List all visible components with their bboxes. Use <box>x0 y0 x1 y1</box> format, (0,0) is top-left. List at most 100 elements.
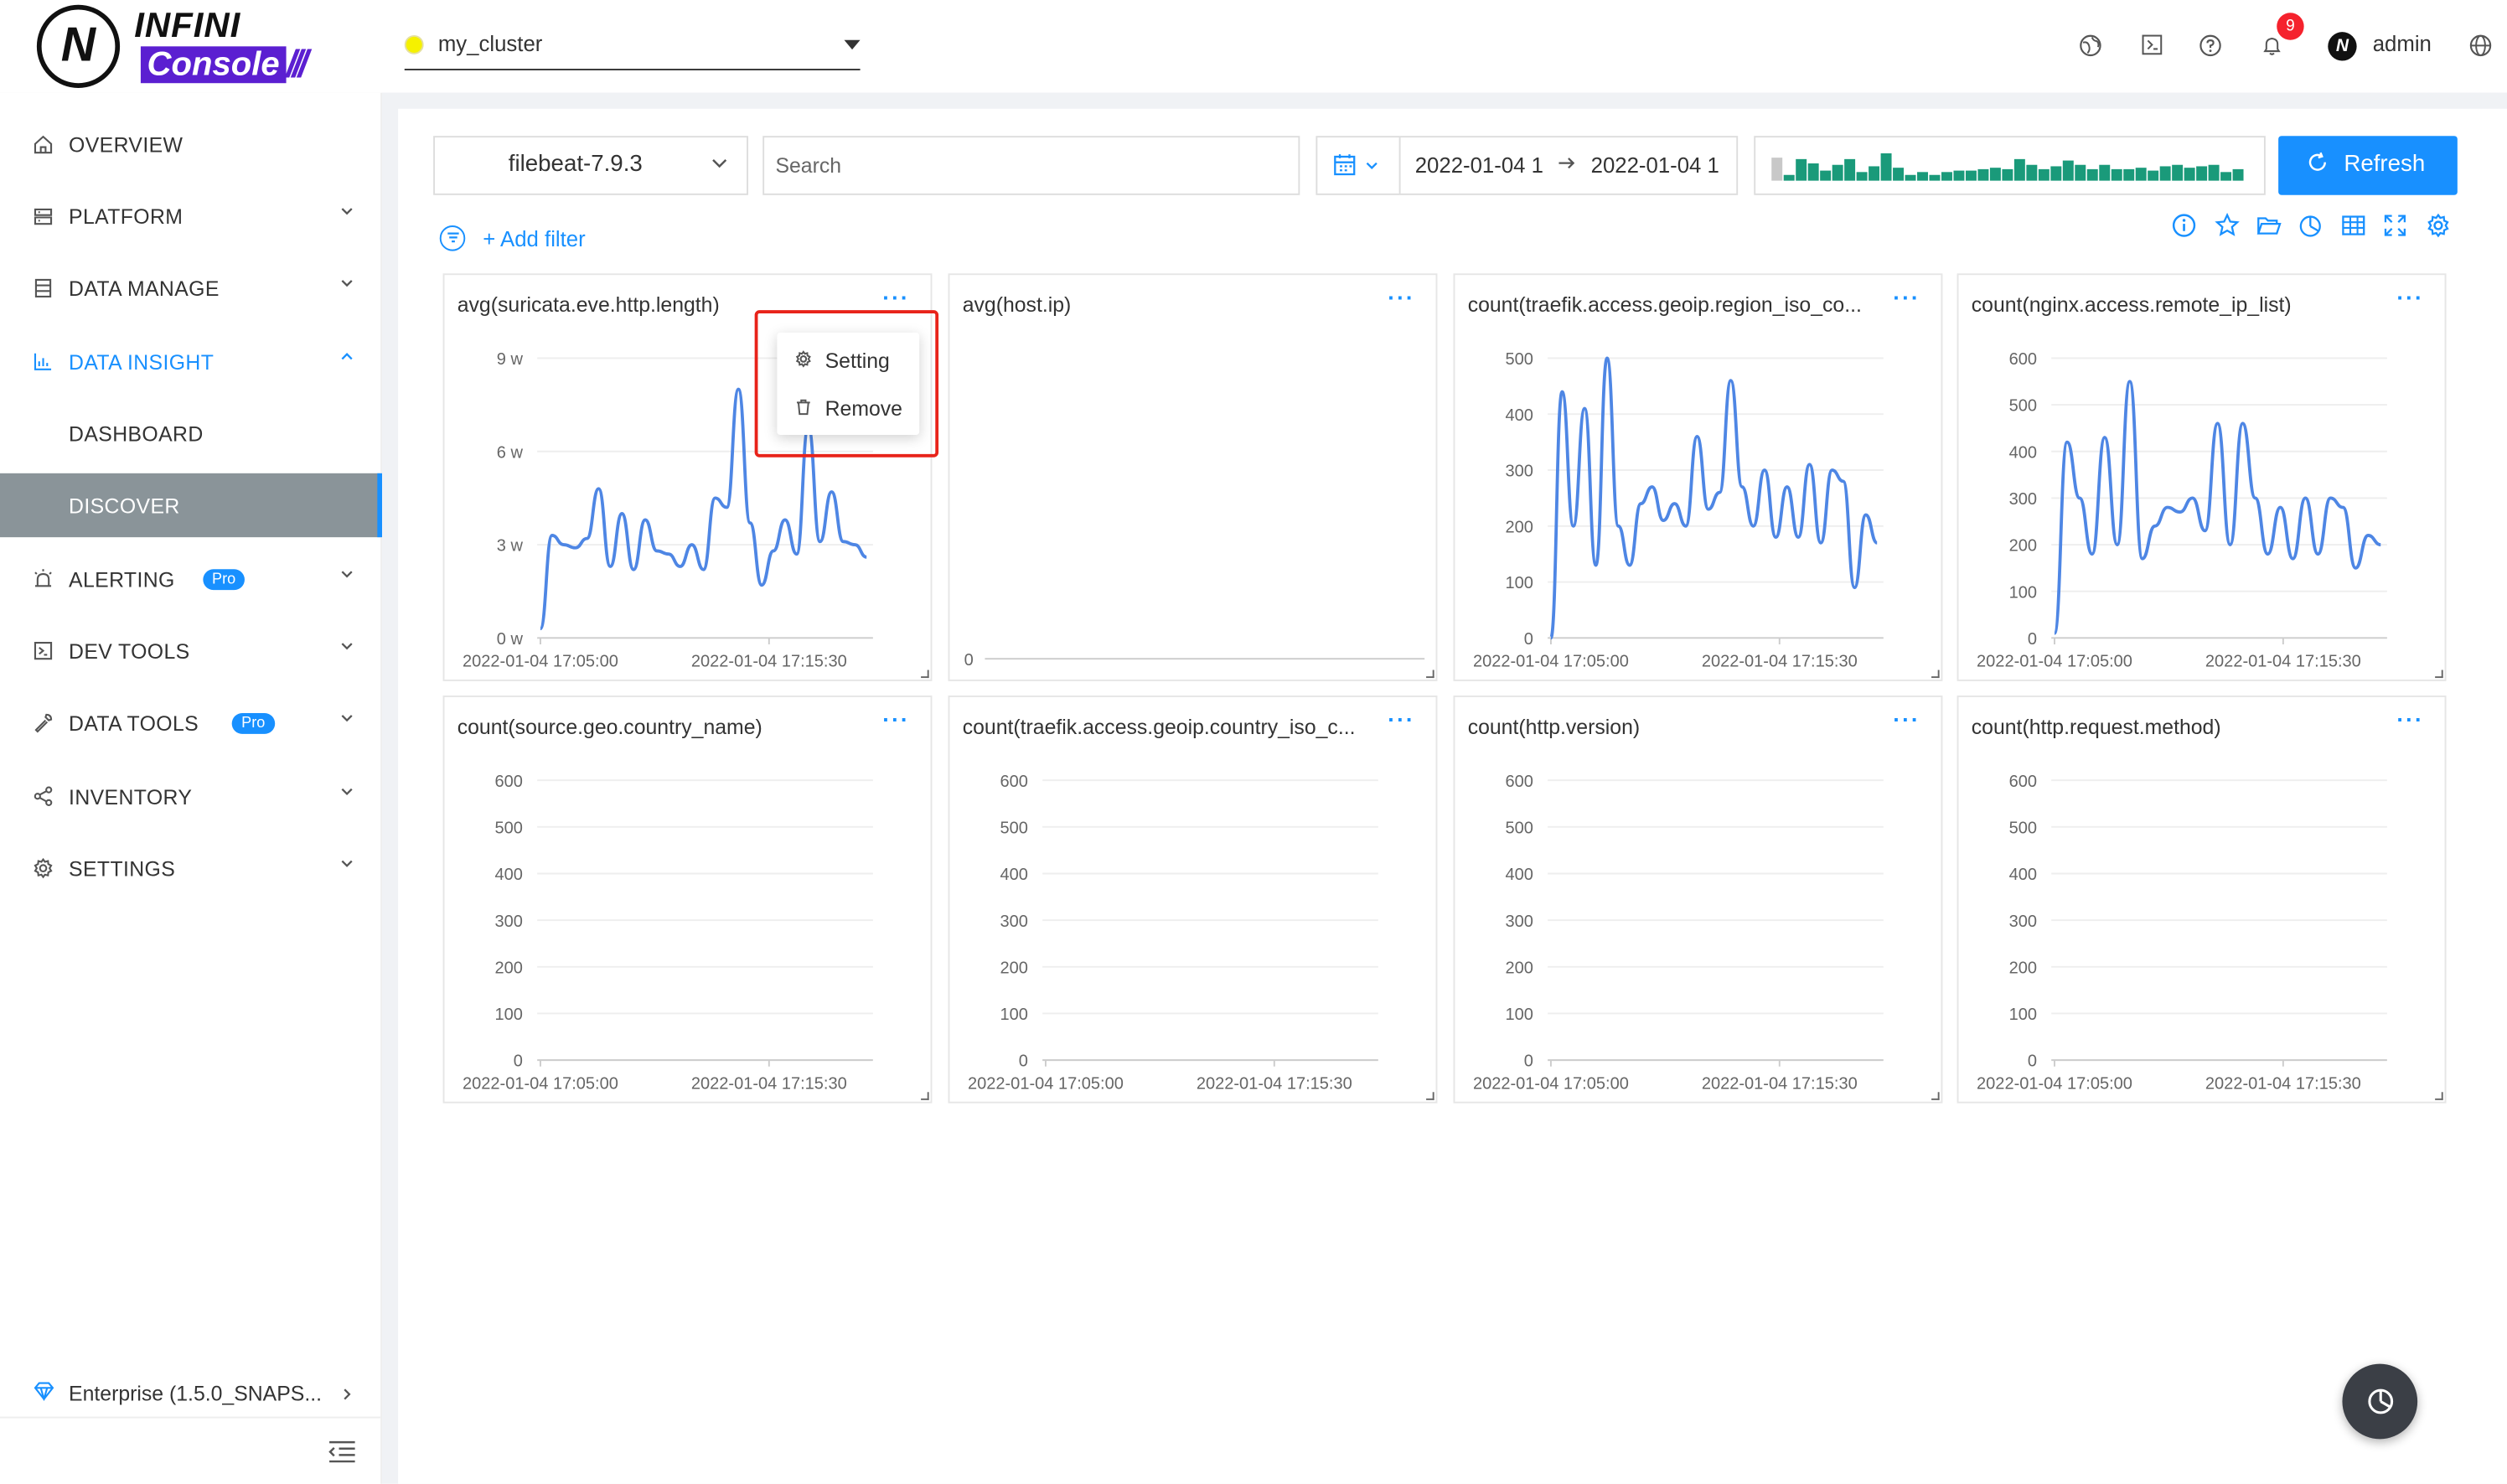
sidebar-item-inventory[interactable]: INVENTORY <box>0 764 380 828</box>
resize-handle[interactable] <box>921 670 929 679</box>
resize-handle[interactable] <box>1426 670 1434 679</box>
visualization-widget[interactable]: avg(host.ip) ··· 0 <box>948 273 1438 681</box>
fullscreen-icon[interactable] <box>2382 213 2408 239</box>
index-pattern-select[interactable]: filebeat-7.9.3 <box>433 136 749 195</box>
calendar-quick-select[interactable] <box>1317 137 1401 194</box>
y-tick-label: 600 <box>2009 773 2037 791</box>
sidebar-item-data-insight[interactable]: DATA INSIGHT <box>0 329 380 393</box>
histogram-bar <box>1953 170 1965 181</box>
time-range-picker[interactable]: 2022-01-04 1 2022-01-04 1 <box>1316 136 1739 195</box>
resize-handle[interactable] <box>1931 670 1940 679</box>
y-tick-label: 200 <box>2009 959 2037 977</box>
pie-chart-icon[interactable] <box>2298 213 2323 239</box>
x-tick-label: 2022-01-04 17:15:30 <box>691 653 847 671</box>
widget-chart: 600 500 400 300 200 100 0 2022-01-04 17:05:00 20… <box>1977 350 2387 671</box>
resize-handle[interactable] <box>2435 670 2443 679</box>
avatar[interactable]: N <box>2328 32 2357 61</box>
y-tick-label: 0 w <box>497 630 524 649</box>
user-name[interactable]: admin <box>2373 32 2432 56</box>
histogram-bar <box>1941 172 1952 181</box>
add-filter-link[interactable]: + Add filter <box>483 227 585 251</box>
filter-menu-icon[interactable] <box>439 225 466 251</box>
sidebar-item-overview[interactable]: OVERVIEW <box>0 112 380 176</box>
home-icon <box>32 132 54 155</box>
y-tick-label: 600 <box>495 773 523 791</box>
sidebar-item-alerting[interactable]: ALERTING Pro <box>0 547 380 611</box>
y-tick-label: 600 <box>1506 773 1533 791</box>
y-tick-label: 500 <box>2009 819 2037 837</box>
logo-slashes: /// <box>286 43 309 87</box>
cluster-selector[interactable]: my_cluster <box>404 24 861 70</box>
y-tick-label: 0 <box>2028 630 2037 649</box>
database-icon <box>32 277 54 299</box>
visualization-widget[interactable]: count(http.request.method) ··· 600 500 400 30… <box>1956 695 2447 1104</box>
chart-icon <box>32 350 54 373</box>
help-icon[interactable] <box>2197 32 2223 58</box>
pro-badge: Pro <box>202 569 246 591</box>
info-icon[interactable] <box>2171 213 2197 239</box>
chevron-down-icon <box>339 638 355 659</box>
visualization-widget[interactable]: count(nginx.access.remote_ip_list) ··· 600… <box>1956 273 2447 681</box>
sidebar-item-discover[interactable]: DISCOVER <box>0 473 383 538</box>
y-tick-label: 0 <box>514 1052 523 1071</box>
enterprise-version-item[interactable]: Enterprise (1.5.0_SNAPS... <box>0 1372 381 1419</box>
resize-handle[interactable] <box>1426 1092 1434 1100</box>
tool-icon <box>32 711 54 734</box>
floating-chart-button[interactable] <box>2342 1363 2418 1440</box>
search-input[interactable]: Search <box>762 136 1300 195</box>
sidebar-item-label: DATA MANAGE <box>69 277 220 301</box>
y-tick-label: 400 <box>1000 866 1028 884</box>
sidebar-item-platform[interactable]: PLATFORM <box>0 184 380 247</box>
chevron-down-icon <box>710 153 729 178</box>
y-tick-label: 0 <box>1019 1052 1028 1071</box>
y-tick-label: 9 w <box>497 350 524 369</box>
visualization-widget[interactable]: count(source.geo.country_name) ··· 600 500 4… <box>442 695 933 1104</box>
earth-icon[interactable] <box>2077 32 2103 58</box>
histogram-bar <box>1977 168 1989 181</box>
globe-icon[interactable] <box>2467 32 2493 58</box>
visualization-widget[interactable]: count(http.version) ··· 600 500 400 300 200 100… <box>1453 695 1943 1104</box>
settings-gear-icon[interactable] <box>2426 213 2452 239</box>
table-icon[interactable] <box>2341 213 2367 239</box>
y-tick-label: 400 <box>495 866 523 884</box>
refresh-button[interactable]: Refresh <box>2278 136 2458 195</box>
sidebar-item-label: OVERVIEW <box>69 132 184 157</box>
visualization-widget[interactable]: count(traefik.access.geoip.country_iso_c… <box>948 695 1438 1104</box>
folder-open-icon[interactable] <box>2256 213 2282 239</box>
collapse-sidebar-icon[interactable] <box>328 1440 356 1469</box>
sidebar-item-dev-tools[interactable]: DEV TOOLS <box>0 618 380 682</box>
infini-console-logo[interactable]: N INFINI Console /// <box>35 3 339 90</box>
time-histogram[interactable] <box>1754 136 2266 195</box>
chevron-up-icon <box>339 349 355 370</box>
x-tick-label: 2022-01-04 17:05:00 <box>968 1074 1124 1093</box>
sidebar-item-label: DISCOVER <box>69 494 180 519</box>
y-tick-label: 200 <box>1000 959 1028 977</box>
y-tick-label: 200 <box>2009 537 2037 556</box>
y-tick-label: 100 <box>1506 574 1533 592</box>
histogram-bar <box>1856 172 1868 181</box>
y-tick-label: 0 <box>1524 630 1533 649</box>
sidebar-item-data-manage[interactable]: DATA MANAGE <box>0 256 380 319</box>
resize-handle[interactable] <box>921 1092 929 1100</box>
sidebar-item-dashboard[interactable]: DASHBOARD <box>0 401 380 465</box>
visualization-widget[interactable]: count(traefik.access.geoip.region_iso_co… <box>1453 273 1943 681</box>
sidebar-item-data-tools[interactable]: DATA TOOLS Pro <box>0 690 380 754</box>
y-tick-label: 200 <box>1506 518 1533 536</box>
resize-handle[interactable] <box>1931 1092 1940 1100</box>
y-tick-label: 0 <box>1524 1052 1533 1071</box>
resize-handle[interactable] <box>2435 1092 2443 1100</box>
date-from[interactable]: 2022-01-04 1 <box>1415 153 1543 178</box>
terminal-icon[interactable] <box>2139 32 2165 58</box>
histogram-bar <box>2075 164 2086 181</box>
histogram-bar <box>2135 168 2147 181</box>
y-tick-label: 0 <box>2028 1052 2037 1071</box>
arrow-right-icon <box>1558 153 1577 178</box>
histogram-bar <box>2232 168 2244 181</box>
date-to[interactable]: 2022-01-04 1 <box>1591 153 1719 178</box>
alarm-icon <box>32 567 54 590</box>
sidebar-item-settings[interactable]: SETTINGS <box>0 836 380 900</box>
pro-badge: Pro <box>231 713 275 734</box>
y-tick-label: 300 <box>495 913 523 931</box>
histogram-bar <box>2111 168 2122 181</box>
star-icon[interactable] <box>2215 212 2241 239</box>
